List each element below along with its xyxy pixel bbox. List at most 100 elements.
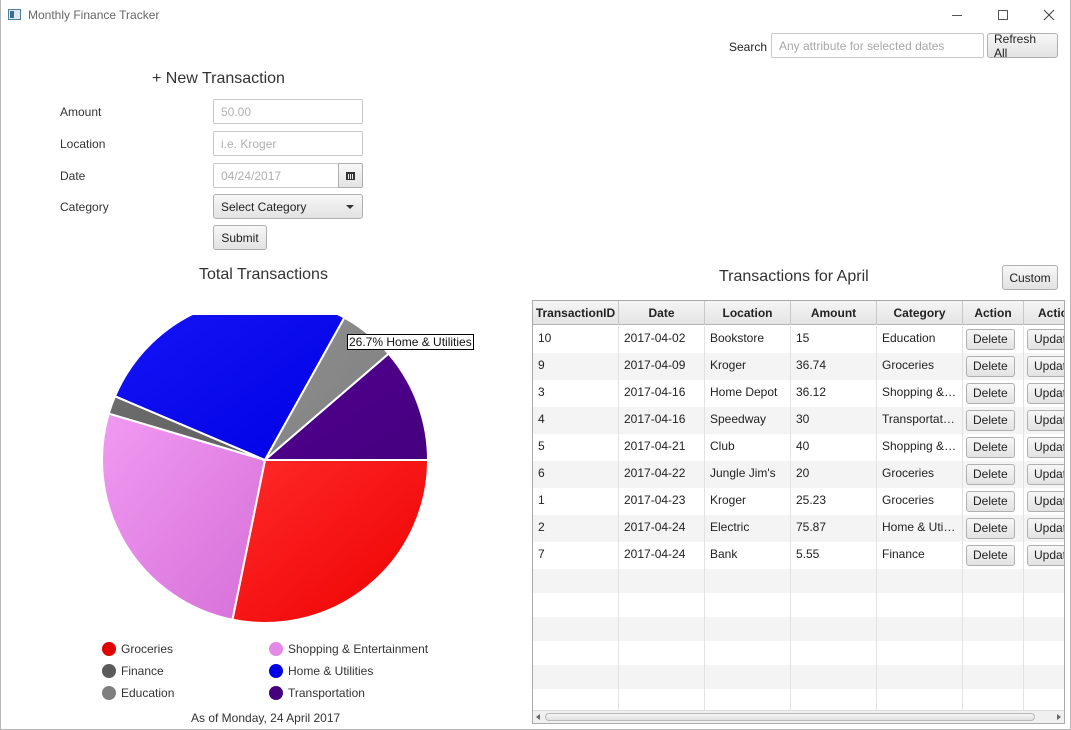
- submit-button[interactable]: Submit: [213, 225, 267, 250]
- scroll-left-icon[interactable]: [536, 714, 540, 720]
- cell-amount: 25.23: [791, 488, 877, 515]
- legend-swatch: [102, 642, 116, 656]
- legend-swatch: [269, 664, 283, 678]
- date-field[interactable]: [213, 163, 339, 188]
- update-button[interactable]: Update: [1027, 410, 1064, 431]
- empty-cell: [619, 593, 705, 617]
- legend-item-education: Education: [102, 686, 174, 700]
- table-row[interactable]: 52017-04-21Club40Shopping & Entertainmen…: [533, 434, 1064, 461]
- cell-action-update: Update: [1024, 434, 1064, 461]
- cell-date: 2017-04-24: [619, 542, 705, 569]
- category-select[interactable]: Select Category: [213, 194, 363, 219]
- table-row[interactable]: 1 2017-04-23 Kroger 25.23 Groceries Delete Upd…: [533, 488, 1064, 515]
- table-row[interactable]: 4 2017-04-16 Speedway 30 Transportation Delet…: [533, 407, 1064, 434]
- empty-cell: [533, 617, 619, 641]
- column-header-location[interactable]: Location: [705, 301, 791, 325]
- empty-cell: [963, 593, 1024, 617]
- close-icon: [1043, 9, 1055, 21]
- custom-button[interactable]: Custom: [1002, 265, 1058, 290]
- cell-date: 2017-04-24: [619, 515, 705, 542]
- search-input[interactable]: [771, 33, 984, 58]
- update-button[interactable]: Update: [1027, 356, 1064, 377]
- column-header-transactionid[interactable]: TransactionID: [533, 301, 619, 325]
- delete-button[interactable]: Delete: [966, 437, 1015, 458]
- horizontal-scrollbar[interactable]: [533, 710, 1064, 723]
- legend-swatch: [269, 642, 283, 656]
- table-row[interactable]: 72017-04-24Bank5.55FinanceDelete Update: [533, 542, 1064, 569]
- minimize-button[interactable]: [934, 0, 980, 30]
- legend-label: Groceries: [121, 642, 174, 656]
- empty-cell: [963, 569, 1024, 593]
- chart-tooltip: 26.7% Home & Utilities: [347, 334, 474, 350]
- column-header-date[interactable]: Date: [619, 301, 705, 325]
- delete-button[interactable]: Delete: [966, 356, 1015, 377]
- table-row[interactable]: 10 2017-04-02 Bookstore 15 Education Delete Up…: [533, 326, 1064, 353]
- transactions-table: TransactionID Date Location Amount Categ…: [532, 300, 1065, 724]
- cell-id: 10: [533, 326, 619, 353]
- update-button[interactable]: Update: [1027, 464, 1064, 485]
- minimize-icon: [952, 14, 962, 16]
- update-button[interactable]: Update: [1027, 545, 1064, 566]
- empty-cell: [791, 617, 877, 641]
- cell-id: 3: [533, 380, 619, 407]
- app-icon: [8, 9, 21, 20]
- update-button[interactable]: Update: [1027, 437, 1064, 458]
- update-button[interactable]: Update: [1027, 518, 1064, 539]
- cell-action-delete: Delete: [963, 461, 1024, 488]
- cell-category: Shopping & Entertainment: [877, 380, 963, 407]
- empty-cell: [963, 665, 1024, 689]
- cell-action-delete: Delete: [963, 326, 1024, 353]
- delete-button[interactable]: Delete: [966, 329, 1015, 350]
- column-header-amount[interactable]: Amount: [791, 301, 877, 325]
- pie-chart[interactable]: [95, 315, 435, 635]
- update-button[interactable]: Update: [1027, 491, 1064, 512]
- empty-cell: [877, 641, 963, 665]
- update-button[interactable]: Update: [1027, 329, 1064, 350]
- cell-amount: 36.74: [791, 353, 877, 380]
- cell-date: 2017-04-02: [619, 326, 705, 353]
- cell-category: Groceries: [877, 488, 963, 515]
- delete-button[interactable]: Delete: [966, 518, 1015, 539]
- delete-button[interactable]: Delete: [966, 545, 1015, 566]
- column-header-action-delete[interactable]: Action: [963, 301, 1024, 325]
- date-picker-button[interactable]: [338, 163, 363, 188]
- cell-date: 2017-04-23: [619, 488, 705, 515]
- table-row[interactable]: 2 2017-04-24 Electric 75.87 Home & Utilities…: [533, 515, 1064, 542]
- cell-amount: 30: [791, 407, 877, 434]
- delete-button[interactable]: Delete: [966, 464, 1015, 485]
- cell-amount: 40: [791, 434, 877, 461]
- delete-button[interactable]: Delete: [966, 383, 1015, 404]
- column-header-category[interactable]: Category: [877, 301, 963, 325]
- table-row[interactable]: 6 2017-04-22 Jungle Jim's 20 Groceries Delete…: [533, 461, 1064, 488]
- close-button[interactable]: [1026, 0, 1071, 30]
- scroll-right-icon[interactable]: [1057, 714, 1061, 720]
- delete-button[interactable]: Delete: [966, 410, 1015, 431]
- delete-button[interactable]: Delete: [966, 491, 1015, 512]
- cell-amount: 75.87: [791, 515, 877, 542]
- location-field[interactable]: [213, 131, 363, 156]
- cell-location: Club: [705, 434, 791, 461]
- maximize-button[interactable]: [980, 0, 1026, 30]
- amount-field[interactable]: [213, 99, 363, 124]
- empty-cell: [791, 569, 877, 593]
- refresh-all-button[interactable]: Refresh All: [987, 32, 1058, 60]
- empty-cell: [619, 641, 705, 665]
- legend-item-transportation: Transportation: [269, 686, 365, 700]
- column-header-action-update[interactable]: Action: [1024, 301, 1064, 325]
- table-row[interactable]: 32017-04-16Home Depot36.12Shopping & Ent…: [533, 380, 1064, 407]
- scrollbar-thumb[interactable]: [545, 713, 1035, 721]
- cell-amount: 36.12: [791, 380, 877, 407]
- update-button[interactable]: Update: [1027, 383, 1064, 404]
- empty-cell: [533, 593, 619, 617]
- cell-category: Transportation: [877, 407, 963, 434]
- cell-category: Education: [877, 326, 963, 353]
- legend-label: Education: [121, 686, 175, 700]
- table-row[interactable]: 9 2017-04-09 Kroger 36.74 Groceries Delete Upd…: [533, 353, 1064, 380]
- legend-label: Transportation: [288, 686, 365, 700]
- legend-item-home-utilities: Home & Utilities: [269, 664, 373, 678]
- cell-location: Home Depot: [705, 380, 791, 407]
- cell-location: Electric: [705, 515, 791, 542]
- legend-item-finance: Finance: [102, 664, 164, 678]
- empty-row: [533, 641, 1064, 665]
- pie-slice-groceries[interactable]: [231, 459, 430, 624]
